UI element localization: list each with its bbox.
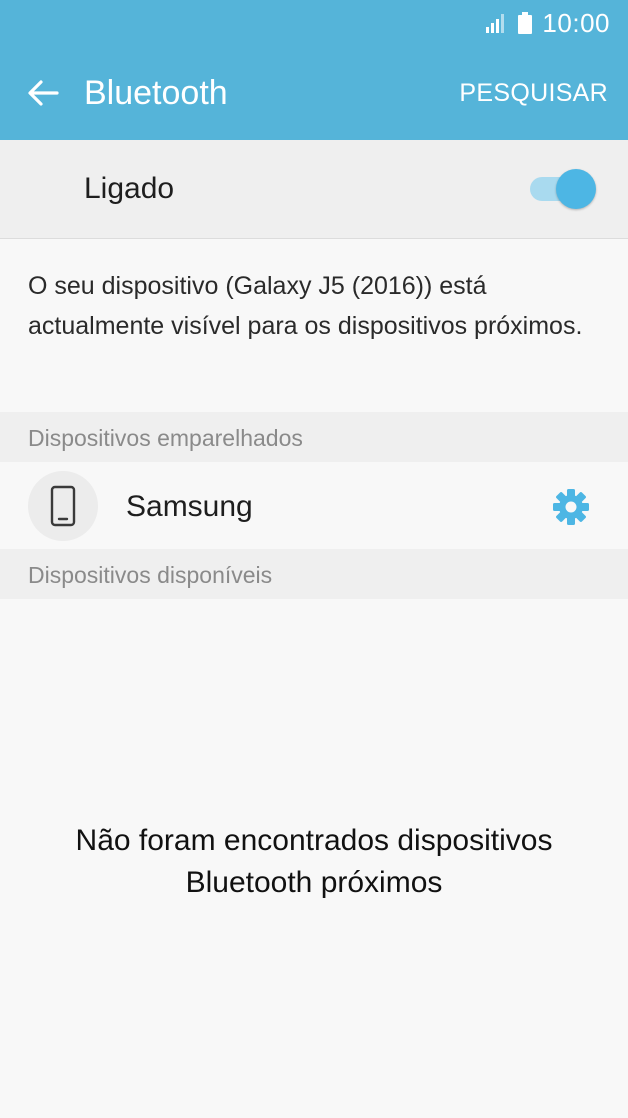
gear-icon <box>553 489 589 525</box>
page-title: Bluetooth <box>84 74 228 112</box>
bluetooth-toggle-row[interactable]: Ligado <box>0 140 628 239</box>
app-bar: 10:00 Bluetooth PESQUISAR <box>0 0 628 140</box>
no-devices-line-2: Bluetooth próximos <box>185 866 443 899</box>
search-button[interactable]: PESQUISAR <box>459 74 608 112</box>
bluetooth-switch[interactable] <box>528 168 598 210</box>
paired-devices-title: Dispositivos emparelhados <box>28 425 303 451</box>
available-devices-title: Dispositivos disponíveis <box>28 562 273 588</box>
status-time: 10:00 <box>542 7 610 38</box>
back-button[interactable] <box>22 72 64 114</box>
switch-thumb <box>556 169 596 209</box>
available-devices-header: Dispositivos disponíveis <box>0 549 628 599</box>
no-devices-line-1: Não foram encontrados dispositivos <box>75 824 553 857</box>
smartphone-icon <box>50 485 76 527</box>
device-settings-button[interactable] <box>548 484 594 530</box>
arrow-left-icon <box>28 80 59 106</box>
signal-icon <box>486 14 505 33</box>
toggle-label: Ligado <box>84 172 175 205</box>
visibility-description: O seu dispositivo (Galaxy J5 (2016)) est… <box>28 272 583 340</box>
no-devices-message: Não foram encontrados dispositivos Bluet… <box>0 820 628 904</box>
device-name: Samsung <box>126 490 253 523</box>
paired-devices-header: Dispositivos emparelhados <box>0 412 628 462</box>
status-bar: 10:00 <box>486 6 610 40</box>
battery-icon <box>518 12 533 34</box>
device-avatar <box>28 471 98 541</box>
paired-device-row[interactable]: Samsung <box>0 462 628 549</box>
